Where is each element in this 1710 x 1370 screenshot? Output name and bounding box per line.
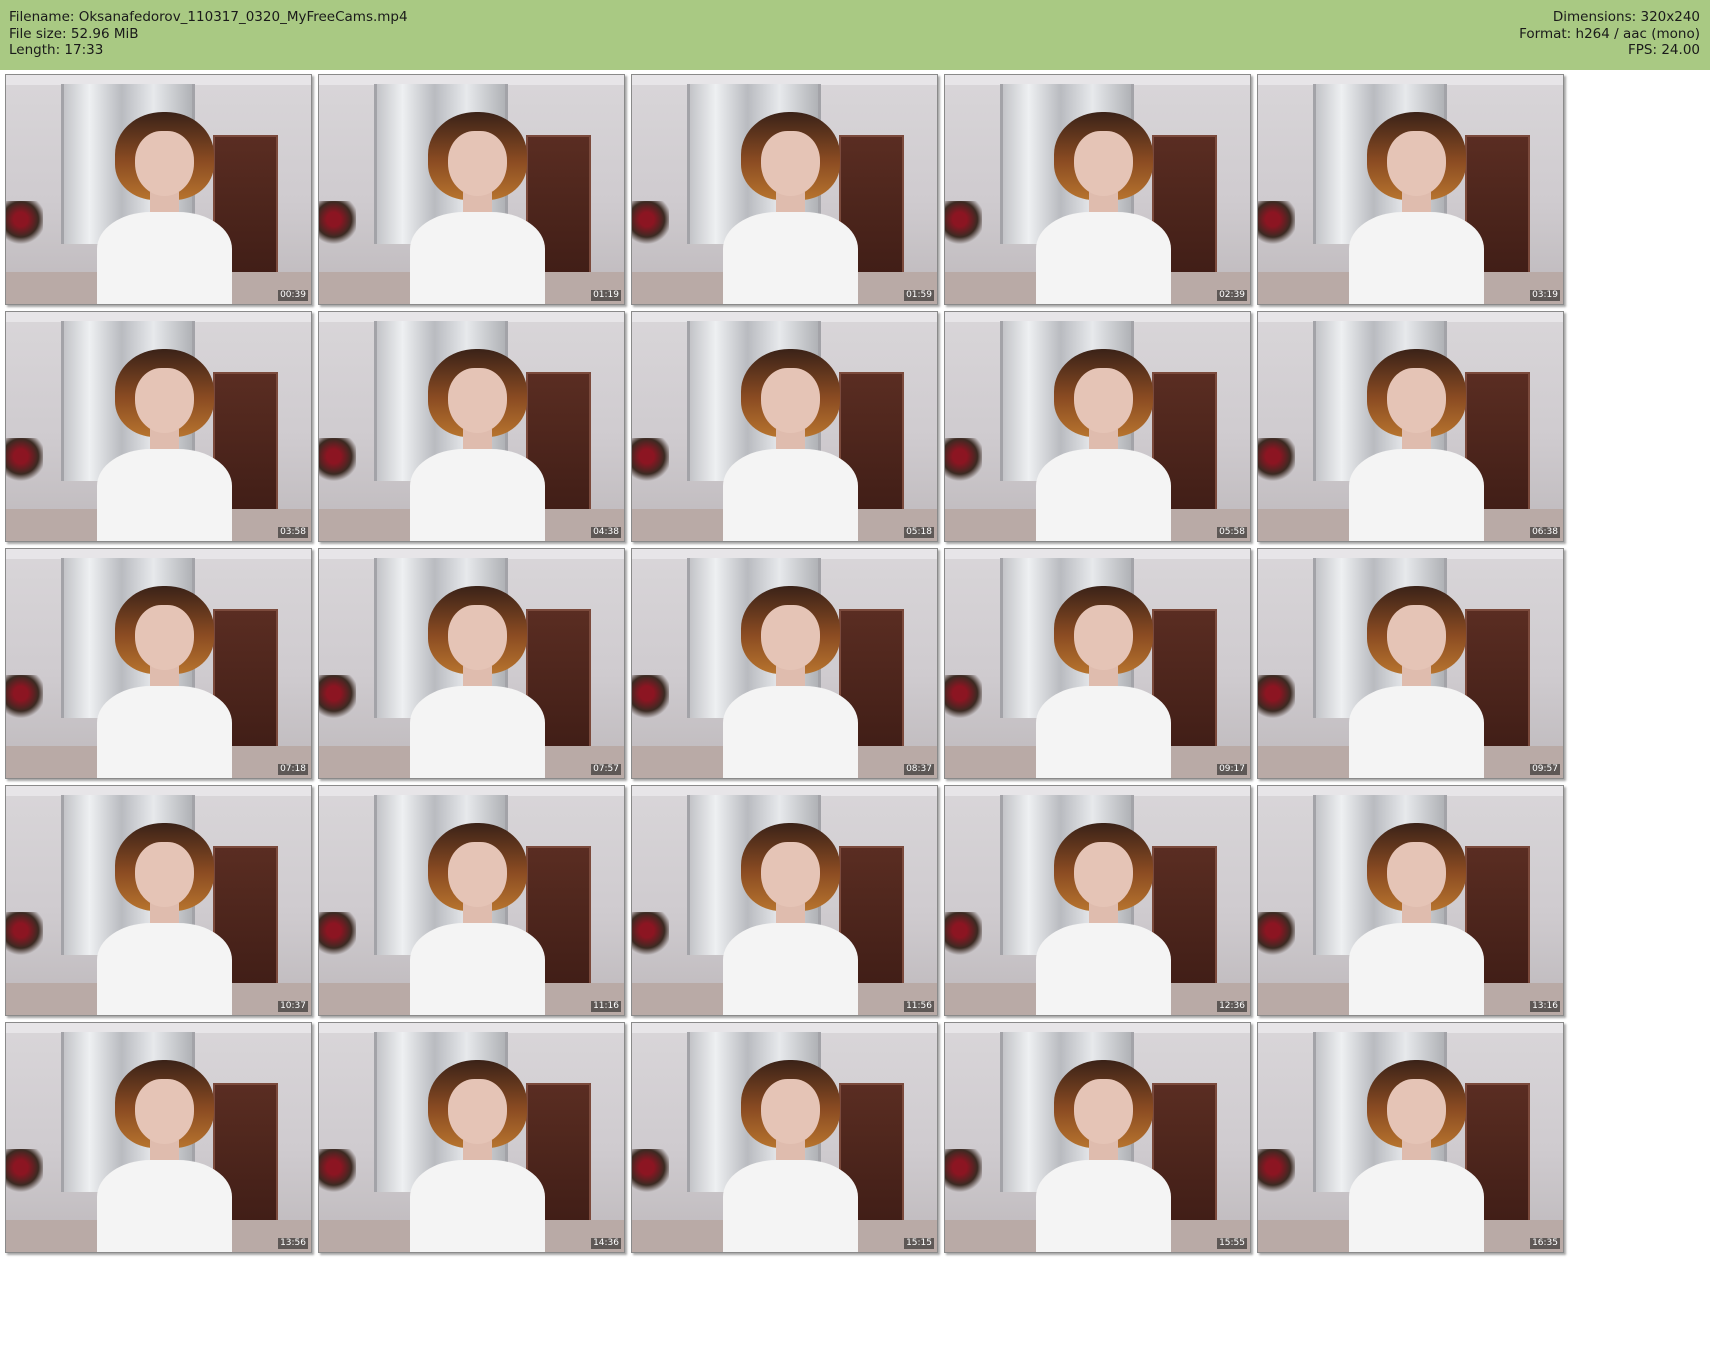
video-thumbnail[interactable]: 10:37 <box>5 785 312 1016</box>
video-thumbnail[interactable]: 12:36 <box>944 785 1251 1016</box>
video-thumbnail[interactable]: 05:58 <box>944 311 1251 542</box>
video-thumbnail[interactable]: 07:18 <box>5 548 312 779</box>
thumbnail-timestamp: 01:19 <box>591 290 621 301</box>
video-thumbnail[interactable]: 11:16 <box>318 785 625 1016</box>
thumbnail-frame-image <box>319 312 624 541</box>
video-thumbnail[interactable]: 13:56 <box>5 1022 312 1253</box>
file-info-header: Filename: Oksanafedorov_110317_0320_MyFr… <box>0 0 1710 70</box>
thumbnail-frame-image <box>632 786 937 1015</box>
video-thumbnail[interactable]: 08:37 <box>631 548 938 779</box>
video-thumbnail[interactable]: 09:57 <box>1257 548 1564 779</box>
video-thumbnail[interactable]: 15:55 <box>944 1022 1251 1253</box>
thumbnail-frame-image <box>6 312 311 541</box>
thumbnail-frame-image <box>1258 312 1563 541</box>
thumbnail-timestamp: 09:17 <box>1217 764 1247 775</box>
video-thumbnail[interactable]: 07:57 <box>318 548 625 779</box>
thumbnail-timestamp: 05:58 <box>1217 527 1247 538</box>
video-thumbnail[interactable]: 01:59 <box>631 74 938 305</box>
thumbnail-timestamp: 05:18 <box>904 527 934 538</box>
thumbnail-timestamp: 15:15 <box>904 1238 934 1249</box>
thumbnail-frame-image <box>632 75 937 304</box>
thumbnail-timestamp: 15:55 <box>1217 1238 1247 1249</box>
length-text: Length: 17:33 <box>9 42 104 58</box>
thumbnail-frame-image <box>6 549 311 778</box>
video-thumbnail[interactable]: 13:16 <box>1257 785 1564 1016</box>
thumbnail-frame-image <box>319 549 624 778</box>
video-thumbnail[interactable]: 02:39 <box>944 74 1251 305</box>
thumbnail-frame-image <box>945 786 1250 1015</box>
thumbnail-timestamp: 03:19 <box>1530 290 1560 301</box>
thumbnail-timestamp: 01:59 <box>904 290 934 301</box>
video-thumbnail[interactable]: 14:36 <box>318 1022 625 1253</box>
video-thumbnail[interactable]: 06:38 <box>1257 311 1564 542</box>
thumbnail-frame-image <box>632 312 937 541</box>
thumbnail-timestamp: 13:16 <box>1530 1001 1560 1012</box>
video-thumbnail[interactable]: 03:58 <box>5 311 312 542</box>
thumbnail-frame-image <box>945 1023 1250 1252</box>
thumbnail-frame-image <box>945 75 1250 304</box>
thumbnail-frame-image <box>945 312 1250 541</box>
thumbnail-timestamp: 00:39 <box>278 290 308 301</box>
video-thumbnail[interactable]: 15:15 <box>631 1022 938 1253</box>
video-thumbnail[interactable]: 05:18 <box>631 311 938 542</box>
thumbnail-timestamp: 10:37 <box>278 1001 308 1012</box>
thumbnail-frame-image <box>1258 549 1563 778</box>
thumbnail-frame-image <box>632 549 937 778</box>
thumbnail-frame-image <box>1258 1023 1563 1252</box>
thumbnail-timestamp: 11:16 <box>591 1001 621 1012</box>
file-size-text: File size: 52.96 MiB <box>9 25 139 42</box>
video-thumbnail[interactable]: 09:17 <box>944 548 1251 779</box>
thumbnail-grid: 00:39 01:19 01:59 02:39 03:19 03:58 04:38 05:18… <box>0 70 1710 1370</box>
thumbnail-frame-image <box>6 75 311 304</box>
thumbnail-timestamp: 07:18 <box>278 764 308 775</box>
thumbnail-timestamp: 03:58 <box>278 527 308 538</box>
format-text: Format: h264 / aac (mono) <box>1519 25 1700 42</box>
thumbnail-timestamp: 13:56 <box>278 1238 308 1249</box>
thumbnail-frame-image <box>632 1023 937 1252</box>
thumbnail-timestamp: 04:38 <box>591 527 621 538</box>
thumbnail-frame-image <box>6 1023 311 1252</box>
thumbnail-timestamp: 16:35 <box>1530 1238 1560 1249</box>
thumbnail-frame-image <box>6 786 311 1015</box>
thumbnail-frame-image <box>319 75 624 304</box>
video-thumbnail[interactable]: 11:56 <box>631 785 938 1016</box>
video-thumbnail[interactable]: 01:19 <box>318 74 625 305</box>
thumbnail-timestamp: 11:56 <box>904 1001 934 1012</box>
thumbnail-timestamp: 02:39 <box>1217 290 1247 301</box>
video-thumbnail[interactable]: 04:38 <box>318 311 625 542</box>
thumbnail-timestamp: 08:37 <box>904 764 934 775</box>
thumbnail-frame-image <box>319 1023 624 1252</box>
video-thumbnail[interactable]: 00:39 <box>5 74 312 305</box>
thumbnail-timestamp: 09:57 <box>1530 764 1560 775</box>
video-thumbnail[interactable]: 03:19 <box>1257 74 1564 305</box>
thumbnail-frame-image <box>945 549 1250 778</box>
dimensions-text: Dimensions: 320x240 <box>1552 9 1700 25</box>
thumbnail-timestamp: 12:36 <box>1217 1001 1247 1012</box>
thumbnail-timestamp: 06:38 <box>1530 527 1560 538</box>
thumbnail-frame-image <box>1258 75 1563 304</box>
file-meta-right: Dimensions: 320x240 Format: h264 / aac (… <box>1519 9 1700 59</box>
thumbnail-timestamp: 07:57 <box>591 764 621 775</box>
thumbnail-frame-image <box>319 786 624 1015</box>
fps-text: FPS: 24.00 <box>1628 42 1700 58</box>
thumbnail-timestamp: 14:36 <box>591 1238 621 1249</box>
thumbnail-frame-image <box>1258 786 1563 1015</box>
file-meta-left: Filename: Oksanafedorov_110317_0320_MyFr… <box>9 9 408 59</box>
filename-text: Filename: Oksanafedorov_110317_0320_MyFr… <box>9 9 408 25</box>
video-thumbnail[interactable]: 16:35 <box>1257 1022 1564 1253</box>
